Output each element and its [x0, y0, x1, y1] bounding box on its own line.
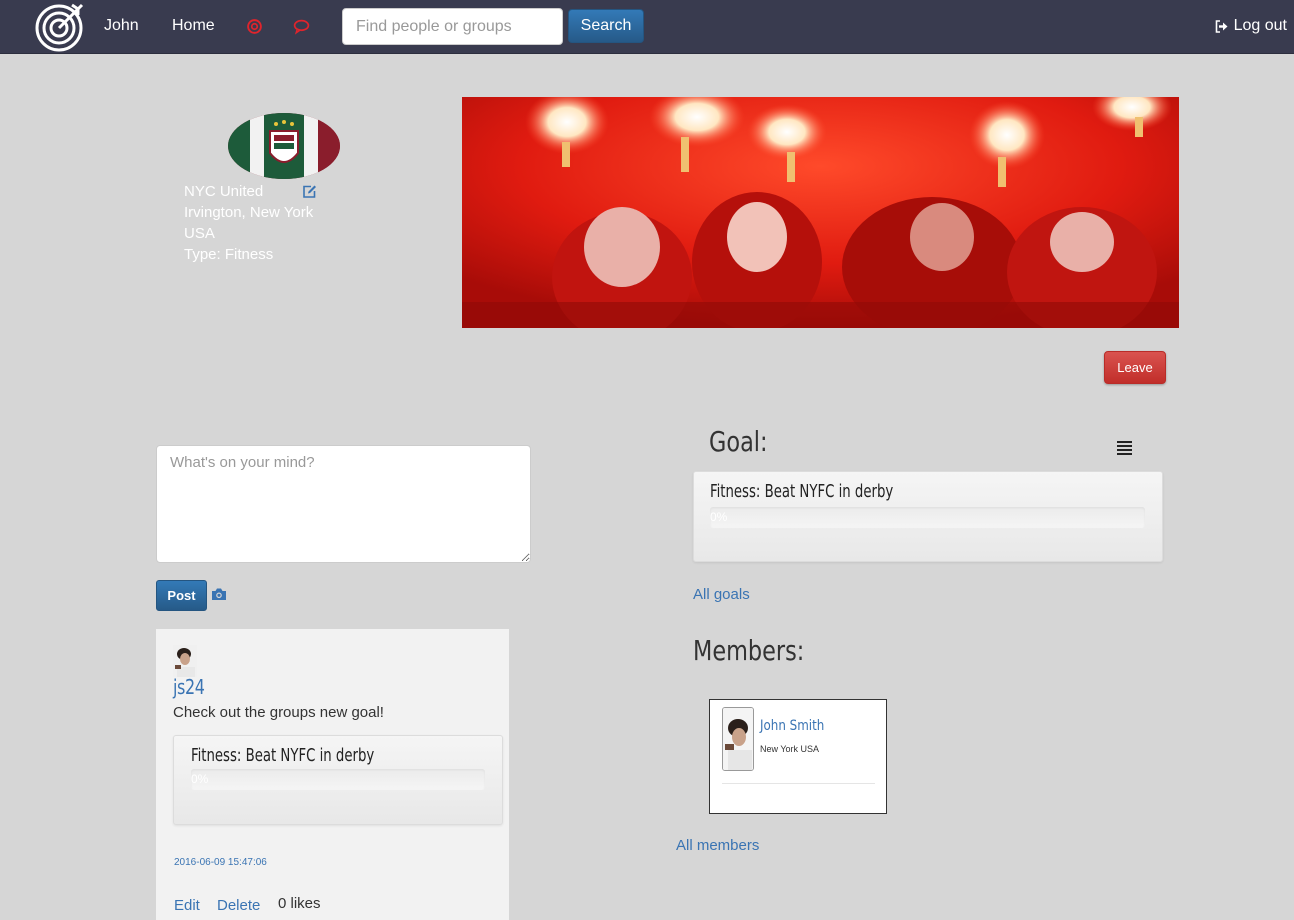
- goal-progress-label: 0%: [191, 772, 209, 786]
- member-name-link[interactable]: John Smith: [760, 718, 824, 734]
- delete-post-link[interactable]: Delete: [217, 897, 260, 914]
- goal-heading: Goal:: [709, 425, 768, 458]
- edit-icon[interactable]: [302, 184, 317, 199]
- goal-card-progress-bar: 0%: [710, 507, 1145, 528]
- leave-group-button[interactable]: Leave: [1104, 351, 1166, 384]
- group-avatar: [228, 113, 340, 179]
- goal-progress-bar: 0%: [191, 769, 485, 790]
- divider: [722, 783, 875, 784]
- group-info: NYC United Irvington, New York USA Type:…: [184, 181, 313, 265]
- feed-post: js24 Check out the groups new goal! Fitn…: [156, 629, 509, 920]
- likes-count: 0 likes: [278, 895, 321, 912]
- search-button[interactable]: Search: [568, 9, 644, 43]
- author-avatar[interactable]: [173, 645, 197, 677]
- goal-card[interactable]: Fitness: Beat NYFC in derby 0%: [693, 471, 1163, 562]
- post-textarea[interactable]: [156, 445, 531, 563]
- logout-label: Log out: [1233, 17, 1287, 34]
- post-timestamp: 2016-06-09 15:47:06: [174, 857, 267, 868]
- post-button[interactable]: Post: [156, 580, 207, 611]
- post-goal-card[interactable]: Fitness: Beat NYFC in derby 0%: [173, 735, 503, 825]
- search-input[interactable]: [342, 8, 563, 45]
- author-name-link[interactable]: js24: [173, 675, 205, 699]
- all-goals-link[interactable]: All goals: [693, 586, 750, 603]
- navbar: John Home Search Log out: [0, 0, 1294, 54]
- group-name: NYC United: [184, 183, 264, 200]
- target-logo-icon[interactable]: [34, 1, 86, 53]
- nav-user-link[interactable]: John: [104, 17, 139, 35]
- chat-icon[interactable]: [293, 18, 310, 35]
- members-heading: Members:: [693, 634, 805, 667]
- logout-link[interactable]: Log out: [1215, 17, 1287, 35]
- group-banner-image: [462, 97, 1179, 328]
- all-members-link[interactable]: All members: [676, 837, 759, 854]
- list-icon[interactable]: [1117, 441, 1132, 455]
- member-card[interactable]: John Smith New York USA: [709, 699, 887, 814]
- sign-out-icon: [1215, 19, 1228, 33]
- camera-icon[interactable]: [211, 587, 227, 601]
- alert-icon[interactable]: [246, 18, 263, 35]
- member-photo: [722, 707, 754, 771]
- group-type: Type: Fitness: [184, 246, 274, 263]
- goal-title: Fitness: Beat NYFC in derby: [191, 745, 375, 766]
- goal-card-title: Fitness: Beat NYFC in derby: [710, 481, 894, 502]
- goal-card-progress-label: 0%: [710, 510, 728, 524]
- edit-post-link[interactable]: Edit: [174, 897, 200, 914]
- group-country: USA: [184, 225, 215, 242]
- member-location: New York USA: [760, 744, 820, 754]
- post-text: Check out the groups new goal!: [173, 704, 384, 721]
- group-city: Irvington, New York: [184, 204, 314, 221]
- nav-home-link[interactable]: Home: [172, 17, 215, 35]
